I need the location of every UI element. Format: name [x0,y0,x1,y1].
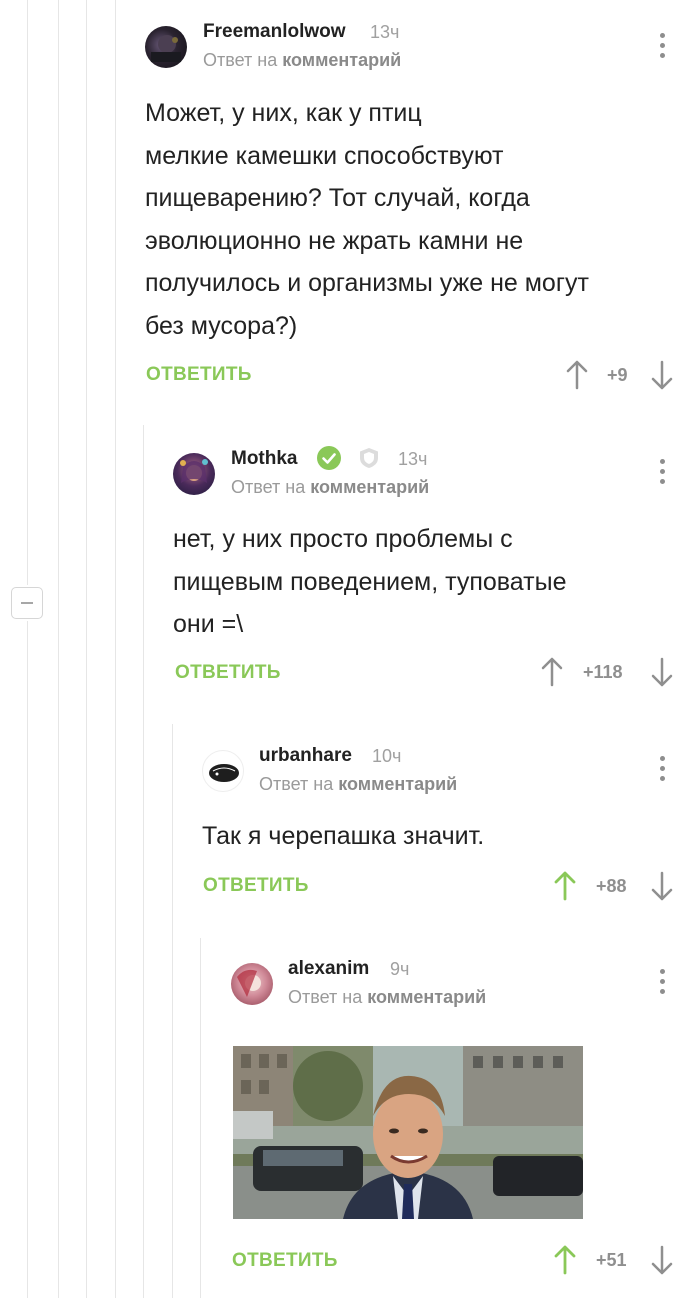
thread-line [27,621,28,1298]
reply-button[interactable]: ОТВЕТИТЬ [203,875,309,897]
comment-body: нет, у них просто проблемы с пищевым пов… [173,518,566,646]
comment-author[interactable]: Mothka [231,448,298,470]
comment-line: без мусора?) [145,311,298,340]
comment-time: 13ч [398,449,428,469]
reply-target-link[interactable]: комментарий [282,50,401,70]
reply-prefix: Ответ на [259,774,334,794]
reply-prefix: Ответ на [288,987,363,1007]
avatar-image [237,969,261,997]
thread-line [200,938,201,1298]
avatar[interactable] [173,453,215,495]
collapse-thread-button[interactable] [11,587,43,619]
avatar[interactable] [202,750,244,792]
meme-image [233,1046,583,1219]
arrow-down-icon[interactable] [651,360,673,390]
comment-image[interactable] [233,1046,583,1219]
kebab-menu-icon[interactable] [658,459,666,489]
avatar[interactable] [145,26,187,68]
vote-score: +9 [607,365,628,385]
comment-line: получилось и организмы уже не могут [145,269,589,297]
arrow-down-icon[interactable] [651,1245,673,1275]
comment-author[interactable]: Freemanlolwow [203,21,346,43]
reply-target-link[interactable]: комментарий [338,774,457,794]
arrow-down-icon[interactable] [651,657,673,687]
avatar-image [209,764,239,782]
reply-button[interactable]: ОТВЕТИТЬ [146,364,252,386]
thread-line [86,0,87,1298]
arrow-up-icon[interactable] [541,657,563,687]
thread-line [115,0,116,1298]
thread-line [172,724,173,1298]
reply-target-link[interactable]: комментарий [367,987,486,1007]
comment-author[interactable]: alexanim [288,958,369,980]
comment-author[interactable]: urbanhare [259,745,352,767]
comment-line: пищеварению? Тот случай, когда [145,184,530,212]
reply-to: Ответ на комментарий [259,774,457,795]
comment-body: Так я черепашка значит. [202,815,484,858]
comment-time: 13ч [370,22,400,42]
arrow-up-icon[interactable] [554,1245,576,1275]
comment-time: 10ч [372,746,402,766]
avatar[interactable] [231,963,273,1005]
reply-to: Ответ на комментарий [203,50,401,71]
reply-prefix: Ответ на [231,477,306,497]
kebab-menu-icon[interactable] [658,33,666,63]
reply-to: Ответ на комментарий [231,477,429,498]
thread-line [27,0,28,585]
vote-score: +88 [596,876,627,896]
avatar-image [180,459,208,483]
check-badge-icon [317,446,341,470]
avatar-image [151,35,181,62]
comment-time: 9ч [390,959,410,979]
vote-score: +118 [583,662,623,682]
reply-target-link[interactable]: комментарий [310,477,429,497]
reply-to: Ответ на комментарий [288,987,486,1008]
comment-line: пищевым поведением, туповатые [173,567,567,596]
arrow-up-icon[interactable] [566,360,588,390]
reply-button[interactable]: ОТВЕТИТЬ [175,662,281,684]
comment-line: Может, у них, как у птиц [145,99,422,127]
comment-body: Может, у них, как у птиц мелкие камешки … [145,92,589,347]
comment-line: они =\ [173,610,244,638]
comment-line: Так я черепашка значит. [202,822,485,850]
thread-line [58,0,59,1298]
reply-button[interactable]: ОТВЕТИТЬ [232,1250,338,1272]
comment-line: нет, у них просто проблемы с [173,525,513,553]
thread-line [143,425,144,1298]
comment-line: мелкие камешки способствуют [145,141,504,170]
kebab-menu-icon[interactable] [658,756,666,786]
comment-line: эволюционно не жрать камни не [145,226,524,255]
arrow-up-icon[interactable] [554,871,576,901]
kebab-menu-icon[interactable] [658,969,666,999]
arrow-down-icon[interactable] [651,871,673,901]
vote-score: +51 [596,1250,627,1270]
reply-prefix: Ответ на [203,50,278,70]
shield-icon [360,448,378,468]
